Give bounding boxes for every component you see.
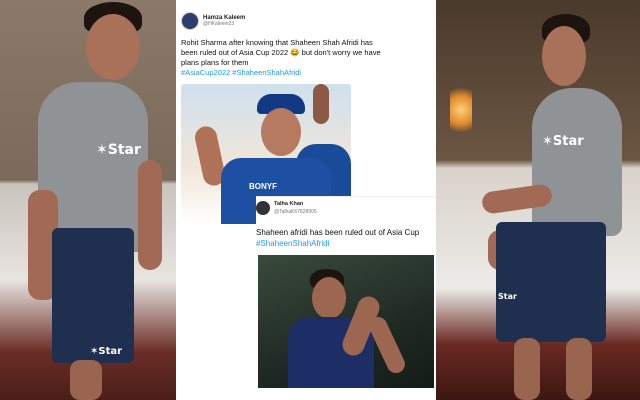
player-face-right	[542, 26, 586, 86]
quoted-author-name[interactable]: Talha Khan	[274, 201, 303, 207]
player-leg-left	[514, 338, 540, 400]
player-right-arm	[138, 160, 162, 270]
tweet-text: Rohit Sharma after knowing that Shaheen …	[181, 38, 381, 67]
shirt-star-logo-right: ✶Star	[542, 134, 584, 149]
left-photo-panel: ✶Star ✶Star	[0, 0, 176, 400]
player-shorts-right	[496, 222, 606, 342]
tweet-text-block: Rohit Sharma after knowing that Shaheen …	[181, 38, 386, 78]
wall-lamp	[450, 84, 472, 136]
player-face	[86, 14, 140, 80]
tweet-image-laughing[interactable]	[258, 255, 434, 388]
author-handle[interactable]: @HKaleem23	[203, 21, 245, 27]
quoted-hashtags[interactable]: #ShaheenShahAfridi	[256, 239, 329, 248]
laughing-face	[312, 277, 346, 319]
cheering-face	[261, 108, 301, 156]
right-photo-panel: ✶Star Star	[436, 0, 640, 400]
player-leg-right	[566, 338, 592, 400]
shorts-star-logo-right: Star	[498, 292, 517, 301]
raised-fist	[313, 84, 329, 124]
tweet-card: Hamza Kaleem @HKaleem23 Rohit Sharma aft…	[176, 0, 436, 400]
player-shorts	[52, 228, 134, 363]
shirt-star-logo: ✶Star	[96, 142, 141, 158]
sponsor-text: BONYF	[249, 182, 277, 191]
shorts-star-logo: ✶Star	[90, 346, 123, 357]
player-shirt-right	[532, 88, 622, 236]
tweet-hashtags[interactable]: #AsiaCup2022 #ShaheenShahAfridi	[181, 68, 301, 77]
quoted-author-handle[interactable]: @TalhaK67828905	[274, 209, 317, 215]
quoted-author-avatar[interactable]	[256, 201, 270, 215]
author-avatar[interactable]	[181, 12, 199, 30]
quoted-tweet[interactable]: Talha Khan @TalhaK67828905 Shaheen afrid…	[256, 196, 436, 249]
tweet-header: Hamza Kaleem @HKaleem23	[181, 12, 245, 30]
player-leg	[70, 360, 102, 400]
quoted-text-block: Shaheen afridi has been ruled out of Asi…	[256, 227, 436, 249]
quoted-text: Shaheen afridi has been ruled out of Asi…	[256, 228, 420, 237]
